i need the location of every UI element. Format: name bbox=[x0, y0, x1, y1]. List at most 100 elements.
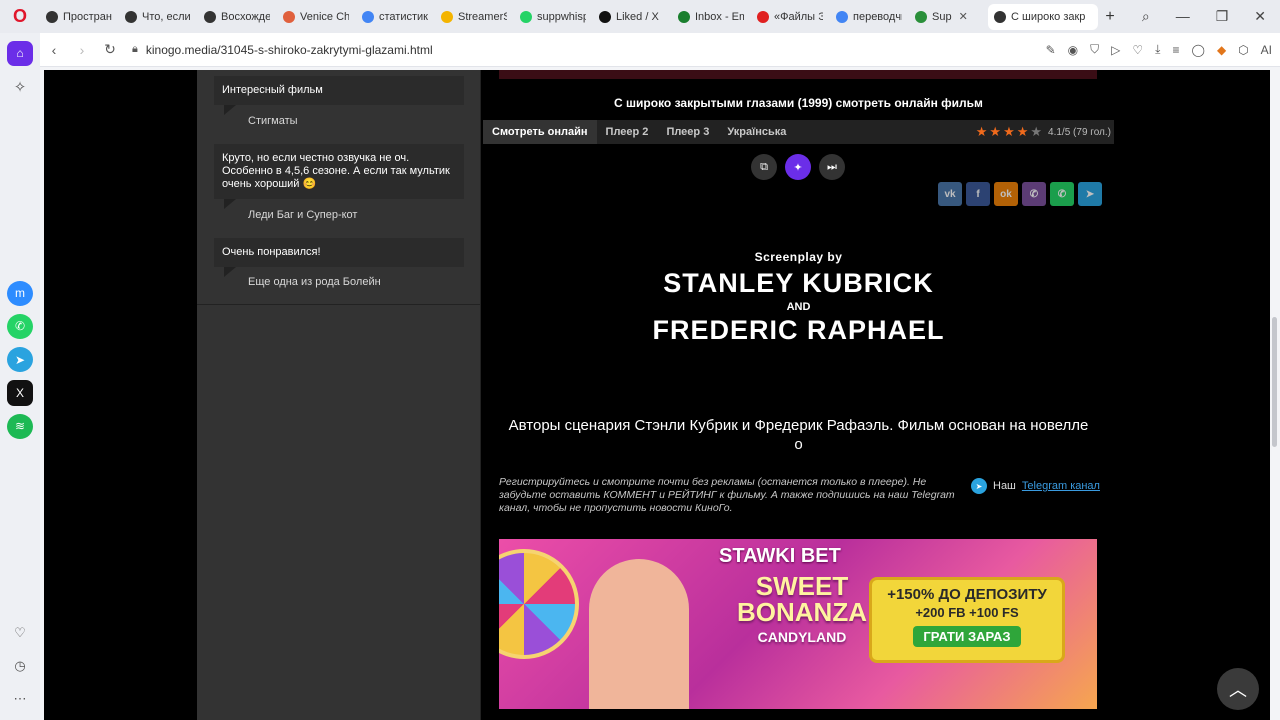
browser-tab[interactable]: Восхожден bbox=[198, 4, 276, 30]
search-tabs-icon[interactable]: ⌕ bbox=[1142, 8, 1150, 25]
close-tab-icon[interactable]: ✕ bbox=[959, 10, 968, 23]
tg-prefix: Наш bbox=[993, 480, 1016, 492]
browser-tab[interactable]: «Файлы Эп bbox=[751, 4, 829, 30]
new-tab-button[interactable]: + bbox=[1099, 8, 1121, 26]
scroll-to-top-button[interactable]: ︿ bbox=[1217, 668, 1259, 710]
comment-pointer bbox=[224, 199, 236, 209]
browser-tab[interactable]: переводчи bbox=[830, 4, 908, 30]
skip-icon[interactable]: ⏭ bbox=[819, 154, 845, 180]
page-scrollbar[interactable] bbox=[1270, 67, 1280, 720]
video-subtitle: Авторы сценария Стэнли Кубрик и Фредерик… bbox=[508, 417, 1089, 453]
game-title-line: CANDYLAND bbox=[757, 629, 847, 645]
browser-tab[interactable]: Sup ✕ bbox=[909, 4, 987, 30]
video-frame-credits[interactable]: Screenplay by STANLEY KUBRICK AND FREDER… bbox=[483, 250, 1114, 346]
film-title: С широко закрытыми глазами (1999) смотре… bbox=[614, 96, 983, 110]
offer-line: +150% ДО ДЕПОЗИТУ bbox=[887, 586, 1047, 603]
back-icon[interactable]: ‹ bbox=[40, 42, 68, 58]
reload-icon[interactable]: ↻ bbox=[96, 41, 124, 58]
banner-offer: +150% ДО ДЕПОЗИТУ +200 FB +100 FS ГРАТИ … bbox=[869, 577, 1065, 663]
tab-title: переводчи bbox=[853, 10, 902, 23]
tab-player-2[interactable]: Плеер 2 bbox=[597, 120, 658, 144]
star-icon[interactable]: ★ bbox=[1030, 124, 1042, 140]
tab-favicon-icon bbox=[204, 10, 216, 23]
tab-ukrainian[interactable]: Українська bbox=[718, 120, 795, 144]
easy-setup-icon[interactable]: ≡ bbox=[1172, 43, 1179, 57]
download-icon[interactable]: ⤓ bbox=[1155, 42, 1160, 57]
tab-favicon-icon bbox=[599, 10, 611, 23]
web-page: Интересный фильм Стигматы Круто, но если… bbox=[44, 70, 1270, 720]
comment-pointer bbox=[224, 105, 236, 115]
telegram-channel-link[interactable]: Telegram канал bbox=[1022, 480, 1100, 492]
comment-film-link[interactable]: Леди Баг и Супер-кот bbox=[248, 209, 357, 221]
tab-favicon-icon bbox=[757, 10, 769, 23]
whatsapp-icon[interactable]: ✆ bbox=[7, 313, 33, 340]
tab-title: Inbox - Ema bbox=[695, 10, 744, 23]
url-field[interactable]: 🔒︎ kinogo.media/31045-s-shiroko-zakrytym… bbox=[132, 43, 433, 57]
tab-bar: O Пространст Что, если... Восхожден Venice … bbox=[0, 0, 1280, 33]
facebook-share-icon[interactable]: f bbox=[966, 182, 990, 206]
share-buttons: vk f ok ✆ ✆ ➤ bbox=[938, 182, 1102, 206]
tab-watch-online[interactable]: Смотреть онлайн bbox=[483, 120, 597, 144]
tab-favicon-icon bbox=[441, 10, 453, 23]
home-icon[interactable]: ⌂ bbox=[7, 40, 33, 67]
pinboard-icon[interactable]: ✧ bbox=[7, 74, 33, 99]
minimize-icon[interactable]: — bbox=[1176, 8, 1190, 25]
comment-text: Интересный фильм bbox=[222, 84, 323, 96]
whatsapp-share-icon[interactable]: ✆ bbox=[1050, 182, 1074, 206]
tab-title: Liked / X bbox=[616, 10, 659, 23]
telegram-icon: ➤ bbox=[971, 478, 987, 494]
comment-film-link[interactable]: Еще одна из рода Болейн bbox=[248, 276, 381, 288]
star-icon[interactable]: ★ bbox=[1017, 124, 1029, 140]
profile-icon[interactable]: ◯ bbox=[1192, 43, 1205, 57]
browser-tab[interactable]: StreamerSta bbox=[435, 4, 513, 30]
browser-tab[interactable]: Venice Chat bbox=[277, 4, 355, 30]
viber-share-icon[interactable]: ✆ bbox=[1022, 182, 1046, 206]
heart-icon[interactable]: ♡ bbox=[7, 620, 33, 645]
vk-share-icon[interactable]: vk bbox=[938, 182, 962, 206]
tab-title: С широко закр bbox=[1011, 10, 1086, 23]
play-icon[interactable]: ▷ bbox=[1111, 43, 1120, 57]
metamask-icon[interactable]: ◆ bbox=[1217, 43, 1226, 57]
close-window-icon[interactable]: ✕ bbox=[1254, 8, 1266, 25]
browser-tab[interactable]: suppwhispe bbox=[514, 4, 592, 30]
shield-icon[interactable]: ⛉ bbox=[1090, 42, 1099, 57]
restore-icon[interactable]: ❐ bbox=[1216, 8, 1229, 25]
browser-tab[interactable]: Inbox - Ema bbox=[672, 4, 750, 30]
address-tools: ✎ ◉ ⛉ ▷ ♡ ⤓ ≡ ◯ ◆ ⬡ AI bbox=[1046, 42, 1280, 57]
edit-icon[interactable]: ✎ bbox=[1046, 43, 1056, 57]
forward-icon[interactable]: › bbox=[68, 42, 96, 58]
extensions-icon[interactable]: ⬡ bbox=[1238, 43, 1248, 57]
more-icon[interactable]: ⋯ bbox=[7, 687, 33, 712]
messenger-icon[interactable]: m bbox=[7, 280, 33, 306]
address-bar: ‹ › ↻ 🔒︎ kinogo.media/31045-s-shiroko-za… bbox=[40, 33, 1280, 67]
banner-logo: STAWKI BET bbox=[719, 545, 841, 567]
star-icon[interactable]: ★ bbox=[989, 124, 1001, 140]
tab-favicon-icon bbox=[678, 10, 690, 23]
ai-sparkle-icon[interactable]: ✦ bbox=[785, 154, 811, 180]
x-icon[interactable]: X bbox=[7, 380, 33, 406]
banner-game-title: SWEET BONANZA CANDYLAND bbox=[727, 573, 877, 645]
ad-banner[interactable]: STAWKI BET SWEET BONANZA CANDYLAND +150%… bbox=[499, 539, 1097, 709]
scrollbar-thumb[interactable] bbox=[1272, 317, 1277, 447]
history-icon[interactable]: ◷ bbox=[7, 653, 33, 678]
browser-tab[interactable]: Пространст bbox=[40, 4, 118, 30]
pip-icon[interactable]: ⧉ bbox=[751, 154, 777, 180]
browser-tab[interactable]: Liked / X bbox=[593, 4, 671, 30]
ok-share-icon[interactable]: ok bbox=[994, 182, 1018, 206]
opera-logo-icon[interactable]: O bbox=[0, 0, 40, 33]
comment-film-link[interactable]: Стигматы bbox=[248, 115, 298, 127]
camera-icon[interactable]: ◉ bbox=[1068, 43, 1078, 57]
play-now-button[interactable]: ГРАТИ ЗАРАЗ bbox=[913, 626, 1021, 647]
browser-tab[interactable]: С широко закр bbox=[988, 3, 1098, 30]
browser-tab[interactable]: Что, если... bbox=[119, 4, 197, 30]
comment-pointer bbox=[224, 267, 236, 277]
star-icon[interactable]: ★ bbox=[1003, 124, 1015, 140]
ai-button[interactable]: AI bbox=[1261, 43, 1272, 57]
bookmark-heart-icon[interactable]: ♡ bbox=[1132, 43, 1143, 57]
telegram-icon[interactable]: ➤ bbox=[7, 347, 33, 373]
tab-player-3[interactable]: Плеер 3 bbox=[657, 120, 718, 144]
spotify-icon[interactable]: ≋ bbox=[7, 413, 33, 440]
star-icon[interactable]: ★ bbox=[976, 124, 988, 140]
telegram-share-icon[interactable]: ➤ bbox=[1078, 182, 1102, 206]
browser-tab[interactable]: статистика bbox=[356, 4, 434, 30]
